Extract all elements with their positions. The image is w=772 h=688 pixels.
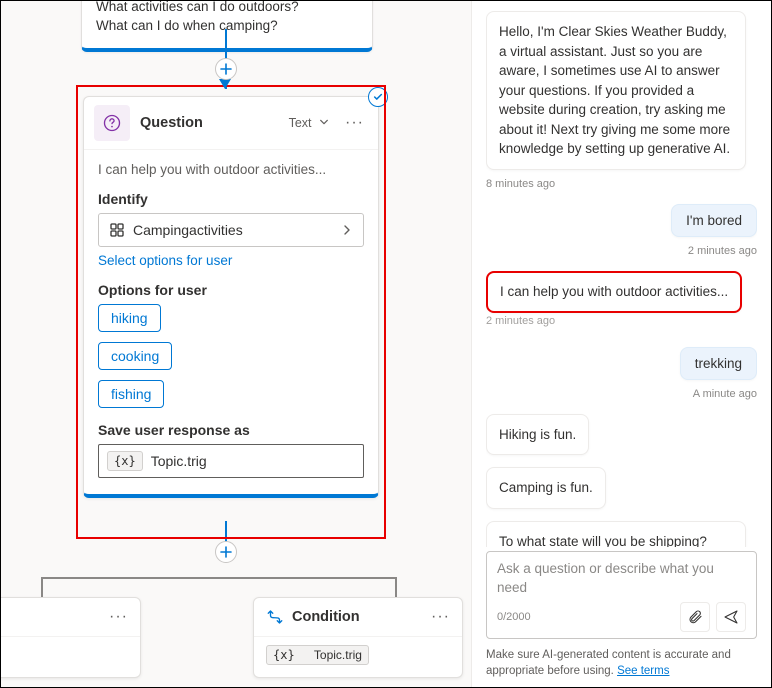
condition-node[interactable]: tion ··· rig — [1, 597, 141, 678]
timestamp: 2 minutes ago — [486, 315, 757, 327]
chat-input[interactable]: Ask a question or describe what you need… — [486, 551, 757, 639]
condition-node[interactable]: Condition ··· {x} Topic.trig — [253, 597, 463, 678]
condition-title: Condition — [292, 609, 423, 625]
chevron-down-icon — [319, 117, 329, 127]
timestamp: 2 minutes ago — [688, 245, 757, 257]
options-label: Options for user — [98, 282, 364, 298]
variable-input[interactable]: {x} Topic.trig — [98, 444, 364, 478]
grid-icon — [109, 222, 125, 238]
more-options-button[interactable]: ··· — [109, 608, 128, 626]
option-chip[interactable]: fishing — [98, 380, 164, 408]
variable-name: Topic.trig — [151, 453, 207, 469]
test-chat-panel: Hello, I'm Clear Skies Weather Buddy, a … — [471, 1, 771, 687]
see-terms-link[interactable]: See terms — [617, 665, 669, 677]
condition-title: tion — [1, 609, 101, 625]
char-counter: 0/2000 — [497, 611, 674, 623]
identify-selector[interactable]: Campingactivities — [98, 213, 364, 247]
timestamp: A minute ago — [693, 388, 757, 400]
arrow-down-icon — [219, 79, 231, 89]
save-response-label: Save user response as — [98, 422, 364, 438]
more-options-button[interactable]: ··· — [431, 608, 450, 626]
variable-chip: {x} — [107, 451, 143, 471]
option-chip[interactable]: hiking — [98, 304, 161, 332]
node-title: Question — [140, 115, 279, 131]
authoring-canvas[interactable]: What activities can I do outdoors? What … — [1, 1, 471, 687]
trigger-node[interactable]: What activities can I do outdoors? What … — [81, 1, 373, 52]
bot-message: Camping is fun. — [486, 467, 606, 509]
branch-icon — [266, 608, 284, 626]
add-node-button[interactable] — [215, 58, 237, 80]
branch-connector — [41, 577, 397, 579]
attach-button[interactable] — [680, 602, 710, 632]
trigger-phrase: What activities can I do outdoors? — [96, 1, 358, 17]
more-options-button[interactable]: ··· — [341, 114, 368, 132]
question-prompt[interactable]: I can help you with outdoor activities..… — [98, 162, 364, 177]
user-message: trekking — [680, 347, 757, 380]
bot-message: Hello, I'm Clear Skies Weather Buddy, a … — [486, 11, 746, 170]
chat-input-placeholder: Ask a question or describe what you need — [497, 560, 746, 598]
select-options-link[interactable]: Select options for user — [98, 253, 364, 268]
chevron-right-icon — [341, 224, 353, 236]
bot-message: Hiking is fun. — [486, 414, 589, 456]
bot-message: To what state will you be shipping? — [486, 521, 746, 547]
identify-label: Identify — [98, 191, 364, 207]
add-node-button[interactable] — [215, 541, 237, 563]
question-node[interactable]: Question Text ··· I can help you with ou… — [83, 96, 379, 498]
response-type-badge[interactable]: Text — [289, 116, 329, 130]
identify-value: Campingactivities — [133, 222, 243, 238]
variable-chip[interactable]: {x} Topic.trig — [266, 645, 369, 665]
user-message: I'm bored — [671, 204, 757, 237]
option-chip[interactable]: cooking — [98, 342, 172, 370]
question-icon — [94, 105, 130, 141]
ai-disclaimer: Make sure AI-generated content is accura… — [486, 647, 757, 679]
question-header: Question Text ··· — [84, 97, 378, 150]
trigger-phrase: What can I do when camping? — [96, 17, 358, 36]
timestamp: 8 minutes ago — [486, 178, 757, 190]
send-button[interactable] — [716, 602, 746, 632]
bot-message-highlighted: I can help you with outdoor activities..… — [486, 271, 742, 313]
